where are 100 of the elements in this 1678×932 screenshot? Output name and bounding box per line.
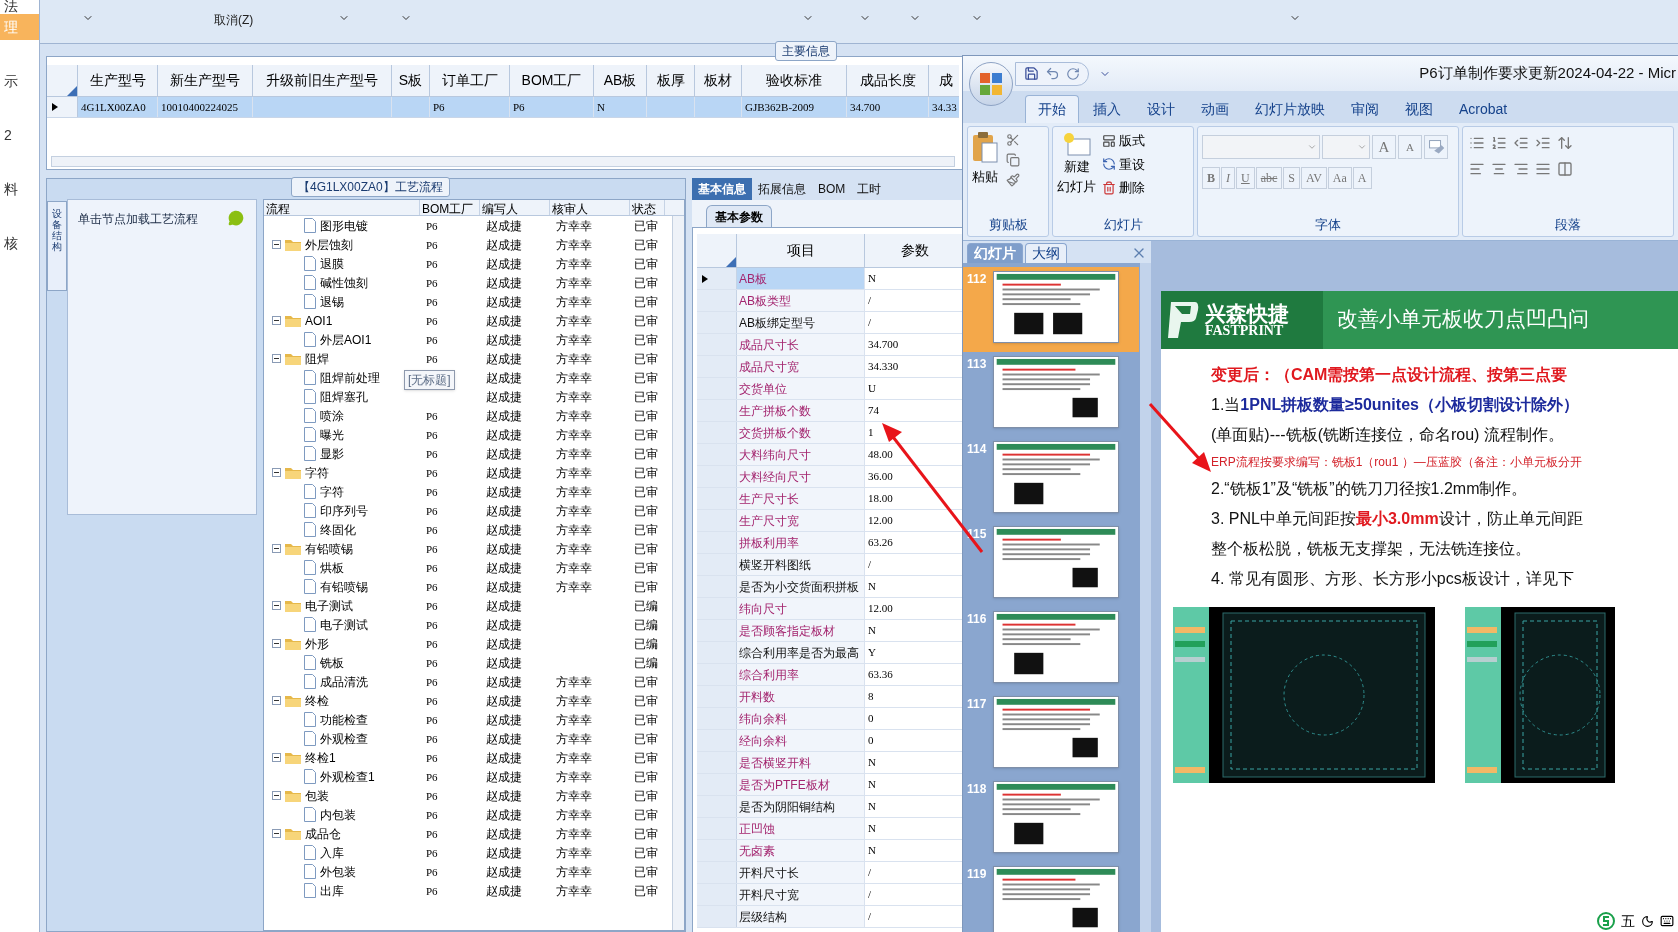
tree-item[interactable]: 终检1 — [305, 748, 336, 767]
slide-thumbnail[interactable] — [993, 696, 1119, 768]
collapse-toggle-icon[interactable] — [272, 696, 281, 705]
collapse-toggle-icon[interactable] — [272, 468, 281, 477]
column-header[interactable]: 状态 — [630, 200, 665, 215]
row-header[interactable] — [697, 268, 737, 289]
collapse-toggle-icon[interactable] — [272, 316, 281, 325]
tab[interactable]: 拓展信息 — [752, 178, 812, 200]
format-painter-icon[interactable] — [1006, 173, 1020, 187]
slide-thumbnail[interactable] — [993, 866, 1119, 932]
decrease-indent-icon[interactable] — [1513, 135, 1529, 151]
tree-item[interactable]: 烘板 — [320, 558, 344, 577]
keyboard-icon[interactable] — [1660, 914, 1674, 928]
layout-button[interactable]: 版式 — [1102, 131, 1145, 151]
cancel-button[interactable]: 取消(Z) — [214, 11, 254, 29]
tree-item[interactable]: 显影 — [320, 444, 344, 463]
vertical-tab[interactable]: 设备结构 — [47, 201, 67, 291]
font-size-field[interactable] — [1322, 135, 1370, 159]
tree-item[interactable]: AOI1 — [305, 311, 333, 330]
column-header[interactable]: 板厚 — [647, 65, 695, 96]
tree-item[interactable]: 铣板 — [320, 653, 344, 672]
sidebar-item[interactable]: 料 — [0, 176, 39, 202]
tree-item[interactable]: 退锡 — [320, 292, 344, 311]
line-spacing-icon[interactable] — [1557, 135, 1573, 151]
table-row[interactable]: 4G1LX00ZA0 10010400224025 P6 P6 N GJB362B-2009 34.700 34.33 — [47, 97, 959, 118]
column-header[interactable]: 新生产型号 — [158, 65, 253, 96]
ribbon-tab[interactable]: 幻灯片放映 — [1243, 95, 1337, 123]
tree-item[interactable]: 成品仓 — [305, 824, 341, 843]
tree-item[interactable]: 内包装 — [320, 805, 356, 824]
grow-font-button[interactable]: A — [1372, 135, 1396, 159]
format-button[interactable]: AV — [1301, 167, 1327, 189]
column-header[interactable]: 核审人 — [550, 200, 630, 215]
tree-item[interactable]: 外包装 — [320, 862, 356, 881]
tree-item[interactable]: 电子测试 — [320, 615, 368, 634]
slide-thumbnail[interactable] — [993, 271, 1119, 343]
shrink-font-button[interactable]: A — [1398, 135, 1422, 159]
align-center-icon[interactable] — [1491, 161, 1507, 177]
tree-item[interactable]: 包装 — [305, 786, 329, 805]
ribbon-tab[interactable]: Acrobat — [1447, 95, 1520, 123]
tree-item[interactable]: 有铅喷锡 — [320, 577, 368, 596]
slide-thumbnail[interactable] — [993, 526, 1119, 598]
clear-formatting-icon[interactable] — [1424, 135, 1448, 159]
format-button[interactable]: Aa — [1327, 167, 1352, 189]
format-button[interactable]: S — [1283, 167, 1301, 189]
collapse-toggle-icon[interactable] — [272, 791, 281, 800]
collapse-toggle-icon[interactable] — [272, 354, 281, 363]
column-header[interactable]: AB板 — [594, 65, 647, 96]
ribbon-tab[interactable]: 插入 — [1081, 95, 1133, 123]
slide-thumbnail[interactable] — [993, 441, 1119, 513]
slide-thumbnail[interactable] — [993, 781, 1119, 853]
column-header[interactable]: 升级前旧生产型号 — [253, 65, 392, 96]
tree-item[interactable]: 成品清洗 — [320, 672, 368, 691]
tab[interactable]: BOM — [812, 178, 852, 200]
tree-item[interactable]: 外观检查 — [320, 729, 368, 748]
undo-icon[interactable] — [1045, 66, 1060, 81]
align-left-icon[interactable] — [1469, 161, 1485, 177]
justify-icon[interactable] — [1535, 161, 1551, 177]
new-slide-button[interactable]: 新建 幻灯片 — [1057, 131, 1096, 196]
tree-item[interactable]: 碱性蚀刻 — [320, 273, 368, 292]
ribbon-tab[interactable]: 开始 — [1025, 95, 1079, 123]
ribbon-tab[interactable]: 设计 — [1135, 95, 1187, 123]
tree-item[interactable]: 出库 — [320, 881, 344, 900]
tree-item[interactable]: 阻焊 — [305, 349, 329, 368]
column-header[interactable]: 验收标准 — [742, 65, 847, 96]
collapse-toggle-icon[interactable] — [272, 753, 281, 762]
dropdown-caret-icon[interactable] — [1307, 142, 1317, 152]
moon-icon[interactable] — [1641, 914, 1654, 928]
tree-item[interactable]: 喷涂 — [320, 406, 344, 425]
tab[interactable]: 基本参数 — [706, 205, 772, 227]
tree-item[interactable]: 有铅喷锡 — [305, 539, 353, 558]
column-header[interactable]: 流程 — [264, 200, 420, 215]
row-header[interactable] — [47, 97, 78, 117]
tree-item[interactable]: 外观检查1 — [320, 767, 375, 786]
copy-icon[interactable] — [1006, 153, 1020, 167]
tree-item[interactable]: 阻焊前处理 — [320, 368, 380, 387]
increase-indent-icon[interactable] — [1535, 135, 1551, 151]
tree-item[interactable]: 退膜 — [320, 254, 344, 273]
tree-item[interactable]: 功能检查 — [320, 710, 368, 729]
collapse-toggle-icon[interactable] — [272, 601, 281, 610]
column-header[interactable]: BOM工厂 — [420, 200, 480, 215]
dropdown-caret-icon[interactable] — [1357, 142, 1367, 152]
collapse-toggle-icon[interactable] — [272, 544, 281, 553]
tab[interactable]: 基本信息 — [692, 178, 752, 200]
sidebar-item[interactable]: 2 — [0, 122, 39, 148]
vertical-scrollbar[interactable] — [1139, 263, 1151, 932]
cut-icon[interactable] — [1006, 133, 1020, 147]
vertical-scrollbar[interactable] — [672, 216, 684, 930]
column-header[interactable]: 项目 — [737, 234, 865, 267]
format-button[interactable]: B — [1202, 167, 1220, 189]
ribbon-tab[interactable]: 动画 — [1189, 95, 1241, 123]
column-header[interactable]: 订单工厂 — [430, 65, 510, 96]
format-button[interactable]: A — [1352, 167, 1372, 189]
ribbon-tab[interactable]: 审阅 — [1339, 95, 1391, 123]
sidebar-item[interactable]: 示 — [0, 68, 39, 94]
tree-item[interactable]: 外层蚀刻 — [305, 235, 353, 254]
tree-item[interactable]: 图形电镀 — [320, 216, 368, 235]
collapse-toggle-icon[interactable] — [272, 240, 281, 249]
format-button[interactable]: I — [1221, 167, 1235, 189]
columns-icon[interactable] — [1557, 161, 1573, 177]
sidebar-item[interactable]: 核 — [0, 230, 39, 256]
